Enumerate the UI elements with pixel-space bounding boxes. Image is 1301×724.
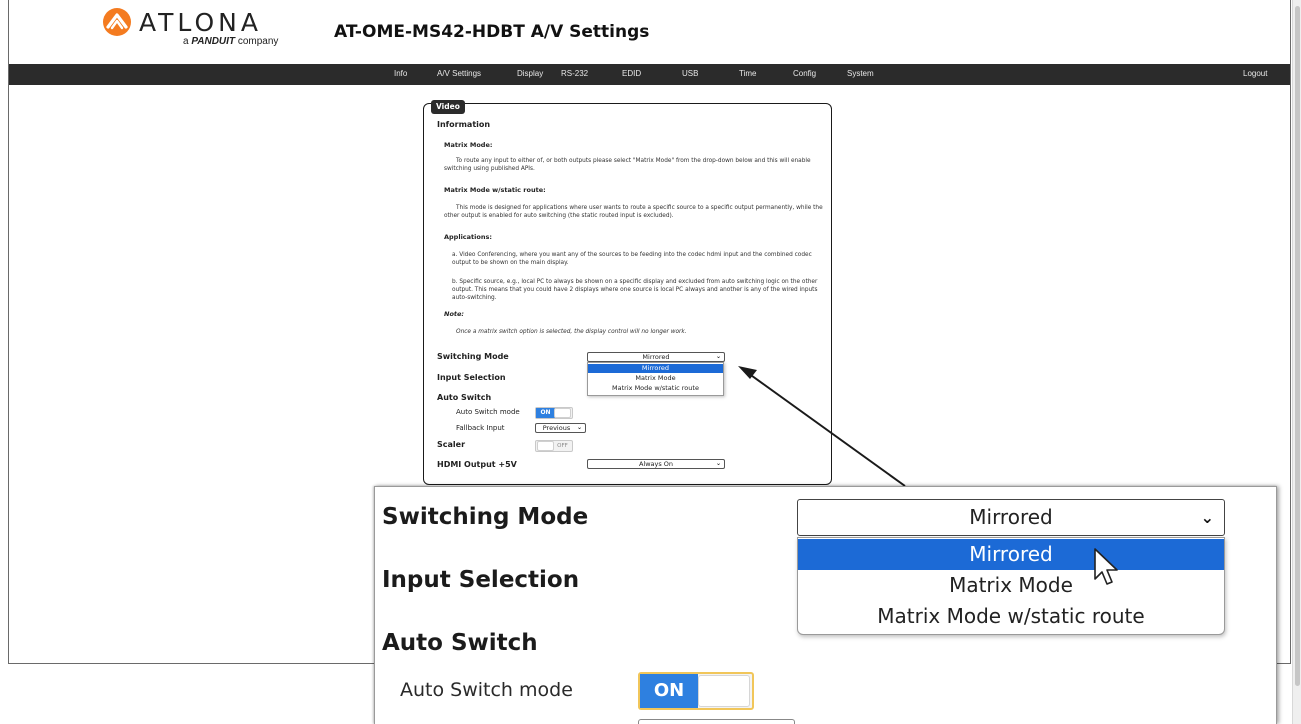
zoom-switching-mode-select[interactable]: Mirrored ⌄ bbox=[797, 499, 1225, 536]
zoom-toggle-knob bbox=[698, 675, 750, 707]
note-text: Once a matrix switch option is selected,… bbox=[456, 329, 687, 335]
option-matrix-mode-static[interactable]: Matrix Mode w/static route bbox=[588, 384, 723, 393]
switching-mode-label: Switching Mode bbox=[437, 352, 509, 361]
matrix-static-heading: Matrix Mode w/static route: bbox=[444, 186, 546, 194]
video-tab: Video bbox=[431, 100, 465, 114]
nav-av-settings[interactable]: A/V Settings bbox=[437, 69, 481, 78]
option-matrix-mode[interactable]: Matrix Mode bbox=[588, 374, 723, 383]
nav-display[interactable]: Display bbox=[517, 69, 543, 78]
nav-logout[interactable]: Logout bbox=[1243, 69, 1267, 78]
fallback-input-label: Fallback Input bbox=[456, 424, 505, 432]
scaler-toggle[interactable]: OFF bbox=[535, 440, 573, 452]
chevron-down-icon: ⌄ bbox=[1200, 508, 1214, 527]
switching-mode-value: Mirrored bbox=[642, 353, 670, 361]
toggle-on-label: ON bbox=[536, 408, 555, 418]
auto-switch-mode-toggle[interactable]: ON bbox=[535, 407, 573, 419]
top-nav: Info A/V Settings Display RS-232 EDID US… bbox=[9, 64, 1290, 85]
toggle-knob bbox=[537, 441, 554, 451]
atlona-logo-icon bbox=[103, 8, 131, 36]
information-heading: Information bbox=[437, 120, 491, 129]
nav-edid[interactable]: EDID bbox=[622, 69, 641, 78]
nav-system[interactable]: System bbox=[847, 69, 874, 78]
toggle-knob bbox=[554, 408, 571, 418]
input-selection-label: Input Selection bbox=[437, 373, 506, 382]
zoom-option-mirrored[interactable]: Mirrored bbox=[798, 539, 1224, 570]
logo-tagline: a PANDUIT company bbox=[183, 36, 279, 47]
auto-switch-label: Auto Switch bbox=[437, 393, 492, 402]
zoom-auto-switch-mode-label: Auto Switch mode bbox=[400, 679, 573, 701]
zoom-switching-mode-label: Switching Mode bbox=[382, 504, 589, 530]
zoom-auto-switch-label: Auto Switch bbox=[382, 630, 538, 656]
chevron-down-icon: ⌄ bbox=[576, 424, 582, 431]
nav-rs232[interactable]: RS-232 bbox=[561, 69, 588, 78]
nav-info[interactable]: Info bbox=[394, 69, 407, 78]
zoom-input-selection-label: Input Selection bbox=[382, 567, 580, 593]
scrollbar[interactable] bbox=[1292, 0, 1301, 724]
zoom-option-matrix-mode-static[interactable]: Matrix Mode w/static route bbox=[798, 601, 1224, 632]
hdmi-output-label: HDMI Output +5V bbox=[437, 460, 517, 469]
zoom-inset: Switching Mode Mirrored ⌄ Mirrored Matri… bbox=[374, 486, 1277, 724]
zoom-option-matrix-mode[interactable]: Matrix Mode bbox=[798, 570, 1224, 601]
fallback-input-value: Previous bbox=[542, 424, 571, 432]
zoom-toggle-on-label: ON bbox=[640, 674, 698, 708]
option-mirrored[interactable]: Mirrored bbox=[588, 364, 723, 373]
chevron-down-icon: ⌄ bbox=[715, 353, 721, 360]
zoom-fallback-input-select[interactable] bbox=[638, 719, 795, 724]
switching-mode-dropdown: Mirrored Matrix Mode Matrix Mode w/stati… bbox=[587, 362, 724, 396]
matrix-static-text: This mode is designed for applications w… bbox=[444, 205, 823, 219]
zoom-switching-mode-dropdown: Mirrored Matrix Mode Matrix Mode w/stati… bbox=[797, 537, 1225, 635]
switching-mode-select[interactable]: Mirrored ⌄ bbox=[587, 352, 725, 362]
auto-switch-mode-label: Auto Switch mode bbox=[456, 408, 520, 416]
application-b: b. Specific source, e.g., local PC to al… bbox=[452, 279, 818, 301]
fallback-input-select[interactable]: Previous ⌄ bbox=[535, 423, 586, 433]
hdmi-output-value: Always On bbox=[638, 460, 674, 468]
chevron-down-icon: ⌄ bbox=[715, 460, 721, 467]
nav-usb[interactable]: USB bbox=[682, 69, 698, 78]
matrix-mode-heading: Matrix Mode: bbox=[444, 141, 493, 149]
note-heading: Note: bbox=[444, 310, 465, 318]
application-a: a. Video Conferencing, where you want an… bbox=[452, 252, 812, 266]
zoom-auto-switch-mode-toggle[interactable]: ON bbox=[638, 672, 754, 710]
atlona-logo: ATLONA a PANDUIT company bbox=[101, 6, 281, 50]
matrix-mode-text: To route any input to either of, or both… bbox=[444, 158, 811, 172]
zoom-switching-mode-value: Mirrored bbox=[969, 505, 1053, 529]
toggle-off-label: OFF bbox=[557, 443, 568, 449]
nav-config[interactable]: Config bbox=[793, 69, 816, 78]
logo-wordmark: ATLONA bbox=[139, 8, 262, 37]
mouse-pointer-icon bbox=[1094, 548, 1118, 585]
scrollbar-thumb[interactable] bbox=[1295, 6, 1300, 686]
scaler-label: Scaler bbox=[437, 440, 466, 449]
nav-time[interactable]: Time bbox=[739, 69, 756, 78]
applications-heading: Applications: bbox=[444, 233, 492, 241]
page-title: AT-OME-MS42-HDBT A/V Settings bbox=[334, 22, 650, 42]
hdmi-output-select[interactable]: Always On ⌄ bbox=[587, 459, 725, 469]
